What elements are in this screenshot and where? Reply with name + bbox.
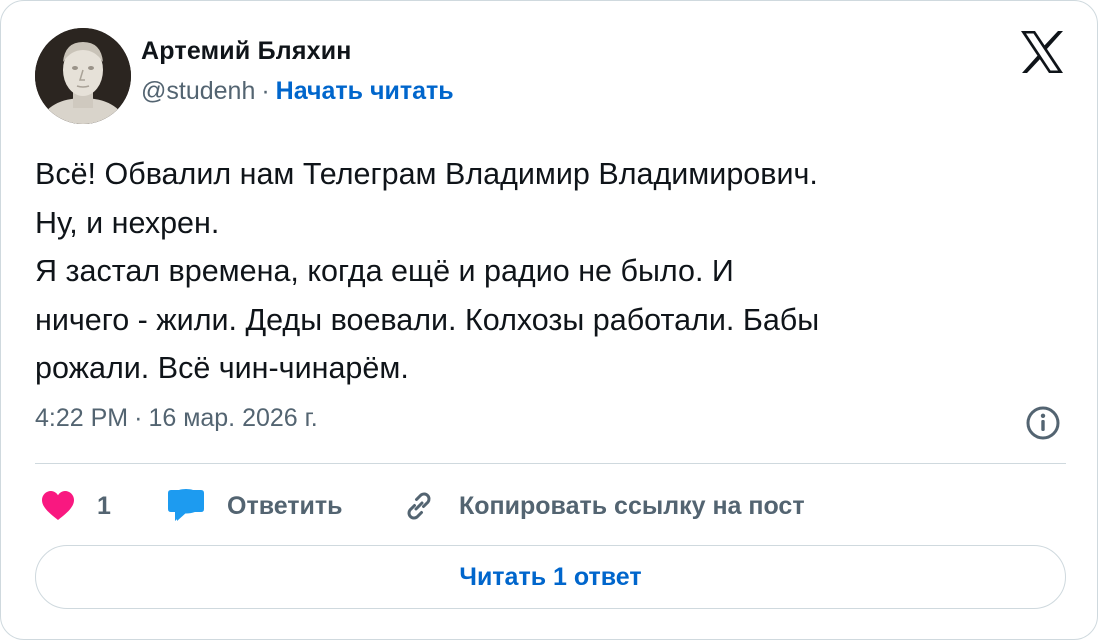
- copy-link-label: Копировать ссылку на пост: [459, 491, 805, 520]
- reply-button[interactable]: Ответить: [167, 481, 343, 531]
- author-meta: @studenh · Начать читать: [141, 77, 454, 106]
- divider: [35, 463, 1066, 464]
- reply-label: Ответить: [227, 491, 343, 520]
- read-replies-button[interactable]: Читать 1 ответ: [35, 545, 1066, 609]
- author-handle[interactable]: @studenh: [141, 77, 255, 105]
- separator: ·: [261, 77, 270, 105]
- author-name[interactable]: Артемий Бляхин: [141, 37, 352, 66]
- follow-link[interactable]: Начать читать: [276, 77, 454, 105]
- separator: ·: [134, 404, 143, 432]
- info-icon[interactable]: [1025, 405, 1061, 441]
- tweet-text: Всё! Обвалил нам Телеграм Владимир Влади…: [35, 157, 820, 385]
- tweet-time: 4:22 PM: [35, 404, 129, 432]
- avatar[interactable]: [35, 28, 131, 124]
- link-icon: [407, 492, 431, 520]
- tweet-timestamp[interactable]: 4:22 PM · 16 мар. 2026 г.: [35, 404, 318, 433]
- like-button[interactable]: 1: [41, 481, 111, 531]
- speech-bubble-icon: [168, 489, 204, 521]
- tweet-card: Артемий Бляхин @studenh · Начать читать Вс…: [0, 0, 1098, 640]
- like-count: 1: [97, 491, 111, 520]
- avatar-image: [35, 28, 131, 124]
- copy-link-button[interactable]: Копировать ссылку на пост: [401, 481, 805, 531]
- tweet-date: 16 мар. 2026 г.: [148, 404, 318, 432]
- heart-icon: [42, 491, 74, 520]
- x-logo-icon[interactable]: [1019, 30, 1065, 74]
